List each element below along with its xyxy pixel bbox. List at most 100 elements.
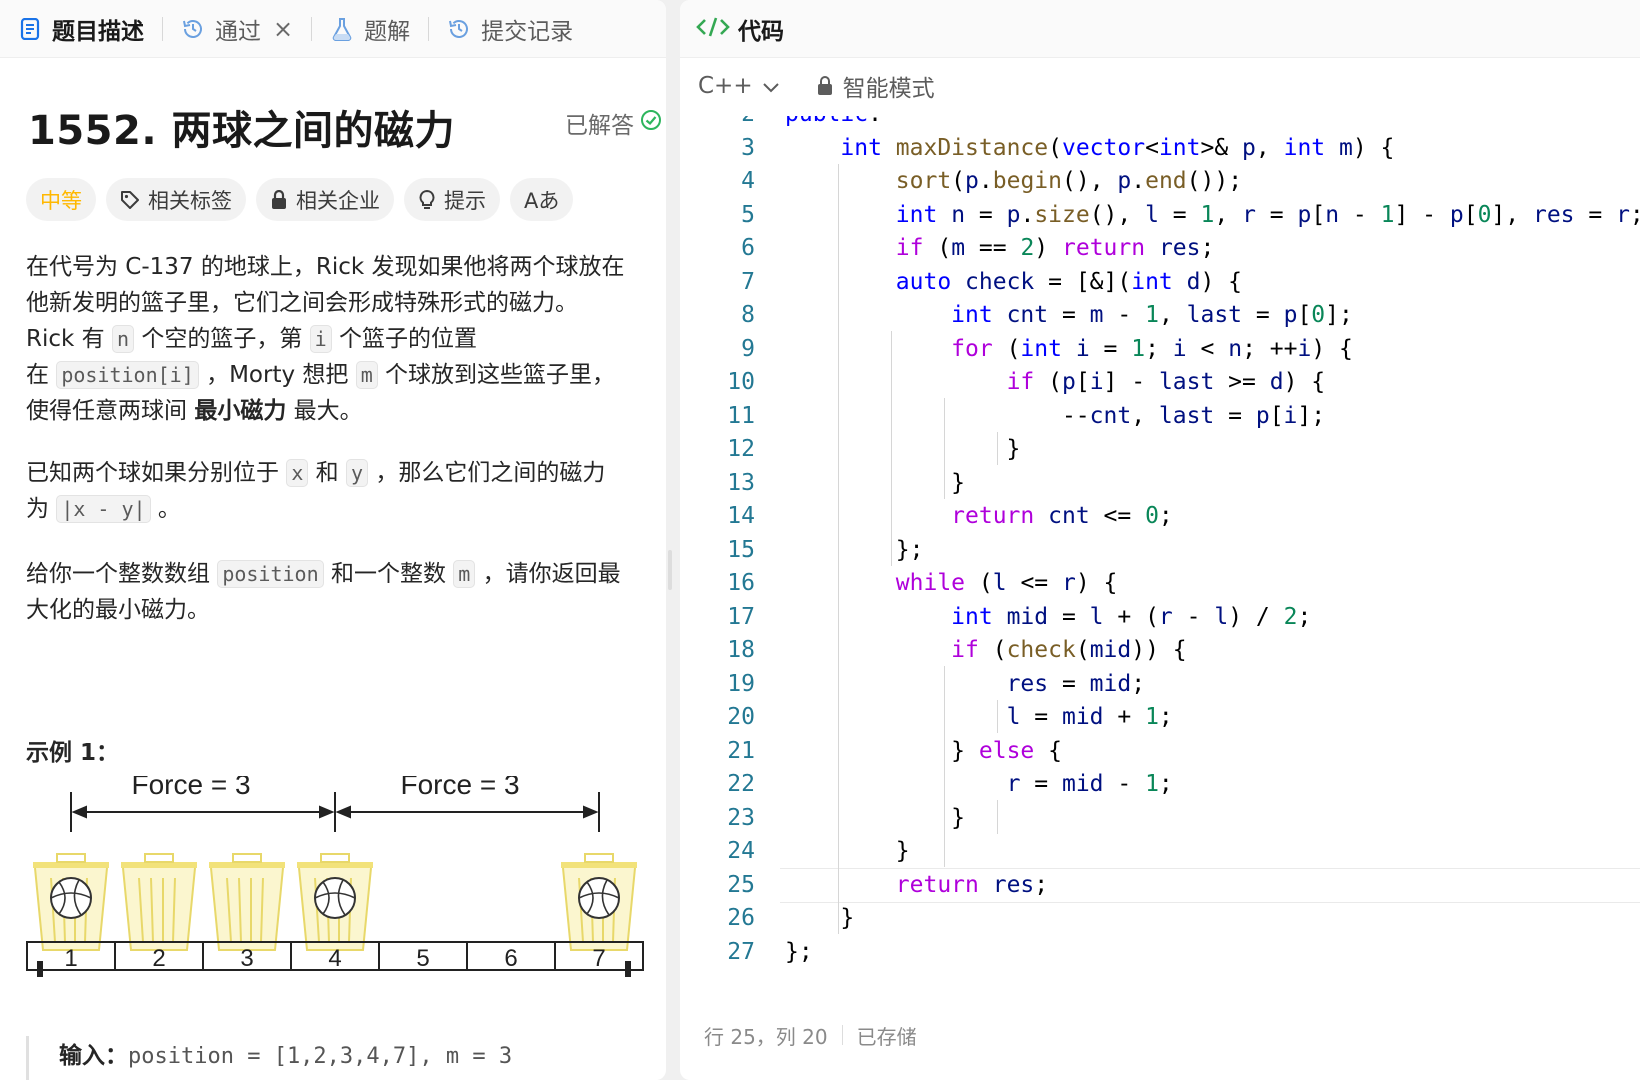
code-editor[interactable]: 2public:3 int maxDistance(vector<int>& p… <box>680 116 1640 986</box>
lock-icon <box>272 189 286 209</box>
text: 为 <box>26 496 57 522</box>
inline-code: i <box>309 325 332 353</box>
tab-description[interactable]: 题目描述 <box>18 0 144 58</box>
text: ，请你返回最 <box>475 561 621 587</box>
code-text: } <box>785 838 910 864</box>
code-text: } <box>785 804 966 831</box>
line-number: 3 <box>741 134 755 161</box>
translate-icon: Aあ <box>524 188 560 213</box>
code-line[interactable]: 3 int maxDistance(vector<int>& p, int m)… <box>680 131 1640 166</box>
code-text: if (check(mid)) { <box>951 637 1187 663</box>
code-text: auto check = [&](int d) { <box>895 268 1243 295</box>
code-line[interactable]: 13 } <box>680 466 1640 501</box>
ruler-label: 4 <box>328 945 341 972</box>
code-line[interactable]: 16 while (l <= r) { <box>680 566 1640 601</box>
ruler-label: 1 <box>64 945 77 972</box>
code-line[interactable]: 17 int mid = l + (r - l) / 2; <box>680 600 1640 635</box>
inline-code: m <box>355 361 378 389</box>
indent-guide <box>891 331 892 566</box>
tab-divider <box>428 16 430 41</box>
description-line: 在 position[i] ，Morty 想把 m 个球放到这些篮子里， <box>26 357 666 393</box>
translate-button[interactable]: Aあ <box>510 178 574 221</box>
code-line[interactable]: 26 } <box>680 901 1640 936</box>
language-select[interactable]: C++ <box>698 73 779 99</box>
code-line[interactable]: 4 sort(p.begin(), p.end()); <box>680 164 1640 199</box>
text: 最大。 <box>286 398 363 424</box>
text: 已知两个球如果分别位于 <box>26 460 287 486</box>
related-tags-label: 相关标签 <box>148 188 232 213</box>
code-line[interactable]: 18 if (check(mid)) { <box>680 633 1640 668</box>
code-line[interactable]: 23 } <box>680 801 1640 836</box>
line-number: 7 <box>741 268 755 295</box>
inline-code: m <box>453 560 476 588</box>
panel-resize-handle[interactable] <box>668 550 672 590</box>
code-line[interactable]: 24 } <box>680 834 1640 869</box>
code-text: int mid = l + (r - l) / 2; <box>951 603 1312 630</box>
bold-text: 最小磁力 <box>194 398 287 424</box>
line-number: 12 <box>727 436 755 462</box>
solved-status: 已解答 <box>565 106 662 140</box>
line-number: 15 <box>727 536 755 563</box>
description-line: Rick 有 n 个空的篮子，第 i 个篮子的位置 <box>26 321 666 357</box>
code-text: l = mid + 1; <box>1006 704 1173 730</box>
code-line[interactable]: 6 if (m == 2) return res; <box>680 231 1640 266</box>
code-line[interactable]: 9 for (int i = 1; i < n; ++i) { <box>680 332 1640 367</box>
inline-code: x <box>286 459 309 487</box>
code-line[interactable]: 14 return cnt <= 0; <box>680 499 1640 534</box>
line-number: 26 <box>727 905 755 931</box>
ruler-label: 7 <box>592 945 605 972</box>
description-line: 已知两个球如果分别位于 x 和 y ，那么它们之间的磁力 <box>26 455 666 491</box>
indent-guide <box>838 163 839 934</box>
difficulty-badge[interactable]: 中等 <box>26 178 96 221</box>
code-text: } <box>785 436 1021 462</box>
text: 和 <box>308 460 346 486</box>
code-line[interactable]: 10 if (p[i] - last >= d) { <box>680 365 1640 400</box>
problem-title[interactable]: 1552. 两球之间的磁力 <box>28 98 455 156</box>
text: 个空的篮子，第 <box>134 326 310 352</box>
text: 给你一个整数数组 <box>26 561 218 587</box>
description-line: 他新发明的篮子里，它们之间会形成特殊形式的磁力。 <box>26 290 578 316</box>
related-companies-button[interactable]: 相关企业 <box>256 178 394 221</box>
code-line[interactable]: 12 } <box>680 432 1640 467</box>
inline-code: y <box>345 459 369 487</box>
editor-status-bar: 行 25，列 20 已存储 <box>680 1010 917 1060</box>
related-tags-button[interactable]: 相关标签 <box>106 178 246 221</box>
input-value: position = [1,2,3,4,7], m = 3 <box>128 1044 513 1069</box>
ruler-label: 6 <box>504 945 517 972</box>
description-paragraph-2: 已知两个球如果分别位于 x 和 y ，那么它们之间的磁力 为 |x - y| 。 <box>26 455 666 527</box>
close-icon[interactable]: × <box>273 15 293 43</box>
code-line[interactable]: 25 return res; <box>680 867 1640 903</box>
description-line: 使得任意两球间 最小磁力 最大。 <box>26 393 666 429</box>
code-line[interactable]: 27}; <box>680 935 1640 970</box>
line-number: 5 <box>741 201 755 228</box>
code-text: int maxDistance(vector<int>& p, int m) { <box>840 134 1395 161</box>
code-line[interactable]: 7 auto check = [&](int d) { <box>680 265 1640 300</box>
tab-passed[interactable]: 通过 × <box>181 0 293 58</box>
ball-7 <box>578 877 620 919</box>
inline-code: position <box>217 560 324 588</box>
line-number: 4 <box>741 168 755 194</box>
code-line[interactable]: 22 r = mid - 1; <box>680 767 1640 802</box>
inline-code: |x - y| <box>56 495 151 523</box>
code-line[interactable]: 11 --cnt, last = p[i]; <box>680 399 1640 434</box>
code-line[interactable]: 20 l = mid + 1; <box>680 700 1640 735</box>
code-line[interactable]: 19 res = mid; <box>680 667 1640 702</box>
problem-panel: 题目描述 通过 × 题解 提交记录 1552. 两球之间的磁力 已解答 中等 相… <box>0 0 666 1080</box>
check-circle-icon <box>640 109 662 137</box>
tab-description-label: 题目描述 <box>52 18 144 45</box>
code-line[interactable]: 8 int cnt = m - 1, last = p[0]; <box>680 298 1640 333</box>
tag-icon <box>121 190 139 209</box>
code-line[interactable]: 15 }; <box>680 533 1640 568</box>
code-line[interactable]: 5 int n = p.size(), l = 1, r = p[n - 1] … <box>680 198 1640 233</box>
tab-solutions-label: 题解 <box>364 18 411 45</box>
force-label-right: Force = 3 <box>400 776 519 800</box>
editor-toolbar: C++ 智能模式 <box>680 58 1640 114</box>
code-line[interactable]: 21 } else { <box>680 734 1640 769</box>
tab-solutions[interactable]: 题解 <box>330 0 410 58</box>
tab-submissions[interactable]: 提交记录 <box>447 0 573 58</box>
hint-button[interactable]: 提示 <box>404 178 500 221</box>
smart-mode-toggle[interactable]: 智能模式 <box>817 69 935 103</box>
text: ，Morty 想把 <box>198 362 356 388</box>
code-text: } <box>785 469 966 496</box>
line-number: 27 <box>727 938 755 965</box>
